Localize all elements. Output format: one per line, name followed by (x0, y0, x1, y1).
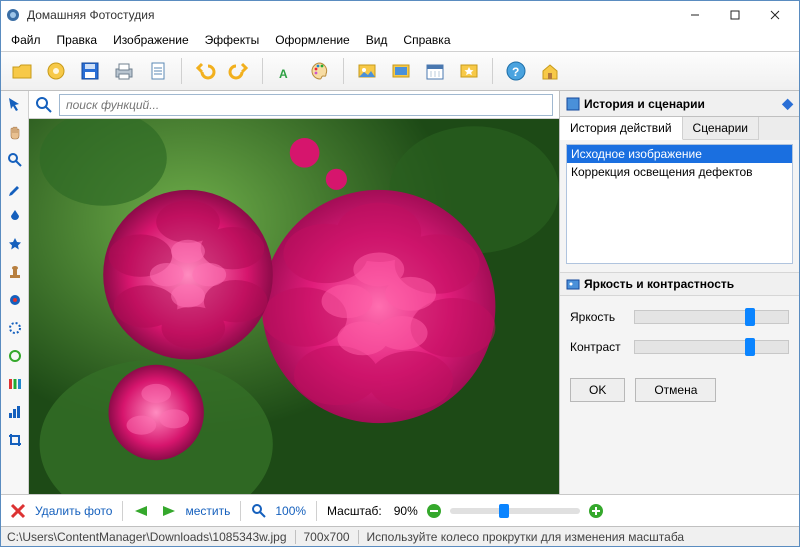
redeye-tool[interactable] (4, 289, 26, 311)
zoom-100-link[interactable]: 100% (275, 504, 306, 518)
history-tabs: История действий Сценарии (560, 117, 799, 140)
status-hint: Используйте колесо прокрутки для изменен… (358, 530, 685, 544)
main-area: История и сценарии ◆ История действий Сц… (1, 91, 799, 494)
menu-image[interactable]: Изображение (107, 31, 195, 49)
zoom-out-icon[interactable] (426, 503, 442, 519)
redo-button[interactable] (224, 56, 254, 86)
minimize-button[interactable] (675, 1, 715, 29)
doc-button[interactable] (143, 56, 173, 86)
next-arrow-icon[interactable] (159, 504, 177, 518)
app-icon (5, 7, 21, 23)
history-panel-header: История и сценарии ◆ (560, 91, 799, 117)
undo-button[interactable] (190, 56, 220, 86)
brush-tool[interactable] (4, 177, 26, 199)
image1-button[interactable] (352, 56, 382, 86)
hand-tool[interactable] (4, 121, 26, 143)
search-icon (35, 96, 53, 114)
circle-tool[interactable] (4, 345, 26, 367)
toolbar-separator (262, 58, 263, 84)
scale-value: 90% (394, 504, 418, 518)
sliders-area: Яркость Контраст (560, 296, 799, 378)
tab-scenarios[interactable]: Сценарии (683, 117, 759, 140)
zoom-in-icon[interactable] (588, 503, 604, 519)
photo-content (29, 119, 559, 494)
history-title: История и сценарии (584, 97, 705, 111)
contrast-label: Контраст (570, 340, 626, 354)
help-button[interactable]: ? (501, 56, 531, 86)
menu-decor[interactable]: Оформление (269, 31, 355, 49)
cancel-button[interactable]: Отмена (635, 378, 716, 402)
titlebar: Домашняя Фотостудия (1, 1, 799, 29)
contrast-slider[interactable] (634, 340, 789, 354)
pointer-tool[interactable] (4, 93, 26, 115)
image2-button[interactable] (386, 56, 416, 86)
left-tool-strip (1, 91, 29, 494)
print-button[interactable] (109, 56, 139, 86)
search-input[interactable] (59, 94, 553, 116)
menu-help[interactable]: Справка (397, 31, 456, 49)
drop-tool[interactable] (4, 205, 26, 227)
menu-view[interactable]: Вид (360, 31, 394, 49)
brightness-label: Яркость (570, 310, 626, 324)
toolbar-separator (181, 58, 182, 84)
menu-edit[interactable]: Правка (51, 31, 104, 49)
zoom-slider[interactable] (450, 508, 580, 514)
image-canvas[interactable] (29, 119, 559, 494)
crop-tool[interactable] (4, 429, 26, 451)
wizard-button[interactable] (41, 56, 71, 86)
channels-tool[interactable] (4, 373, 26, 395)
open-button[interactable] (7, 56, 37, 86)
prev-arrow-icon[interactable] (133, 504, 151, 518)
search-bar (29, 91, 559, 119)
button-row: OK Отмена (560, 378, 799, 412)
ok-button[interactable]: OK (570, 378, 625, 402)
right-panel: История и сценарии ◆ История действий Сц… (559, 91, 799, 494)
zoom-tool[interactable] (4, 149, 26, 171)
scale-label: Масштаб: (327, 504, 382, 518)
toolbar-separator (343, 58, 344, 84)
brightness-slider[interactable] (634, 310, 789, 324)
menubar: Файл Правка Изображение Эффекты Оформлен… (1, 29, 799, 51)
status-path: C:\Users\ContentManager\Downloads\108534… (7, 530, 287, 544)
move-link[interactable]: местить (185, 504, 230, 518)
levels-tool[interactable] (4, 401, 26, 423)
pin-icon[interactable]: ◆ (782, 95, 793, 112)
delete-link[interactable]: Удалить фото (35, 504, 112, 518)
maximize-button[interactable] (715, 1, 755, 29)
brightness-panel-header: Яркость и контрастность (560, 272, 799, 296)
stamp-tool[interactable] (4, 261, 26, 283)
menu-file[interactable]: Файл (5, 31, 47, 49)
save-button[interactable] (75, 56, 105, 86)
canvas-column (29, 91, 559, 494)
svg-text:A: A (279, 67, 288, 81)
bottom-bar: Удалить фото местить 100% Масштаб: 90% (1, 494, 799, 526)
menu-effects[interactable]: Эффекты (199, 31, 266, 49)
status-bar: C:\Users\ContentManager\Downloads\108534… (1, 526, 799, 546)
palette-button[interactable] (305, 56, 335, 86)
delete-icon (9, 502, 27, 520)
history-item[interactable]: Коррекция освещения дефектов (567, 163, 792, 181)
home-button[interactable] (535, 56, 565, 86)
main-toolbar: A ? (1, 51, 799, 91)
text-button[interactable]: A (271, 56, 301, 86)
toolbar-separator (492, 58, 493, 84)
wand-tool[interactable] (4, 233, 26, 255)
history-item[interactable]: Исходное изображение (567, 145, 792, 163)
calendar-button[interactable] (420, 56, 450, 86)
brightness-title: Яркость и контрастность (584, 277, 734, 291)
close-button[interactable] (755, 1, 795, 29)
fit-icon (251, 503, 267, 519)
blur-tool[interactable] (4, 317, 26, 339)
star-image-button[interactable] (454, 56, 484, 86)
history-list[interactable]: Исходное изображение Коррекция освещения… (566, 144, 793, 264)
tab-history[interactable]: История действий (560, 117, 683, 140)
status-dims: 700x700 (295, 530, 350, 544)
window-title: Домашняя Фотостудия (27, 8, 675, 22)
svg-text:?: ? (512, 65, 519, 79)
